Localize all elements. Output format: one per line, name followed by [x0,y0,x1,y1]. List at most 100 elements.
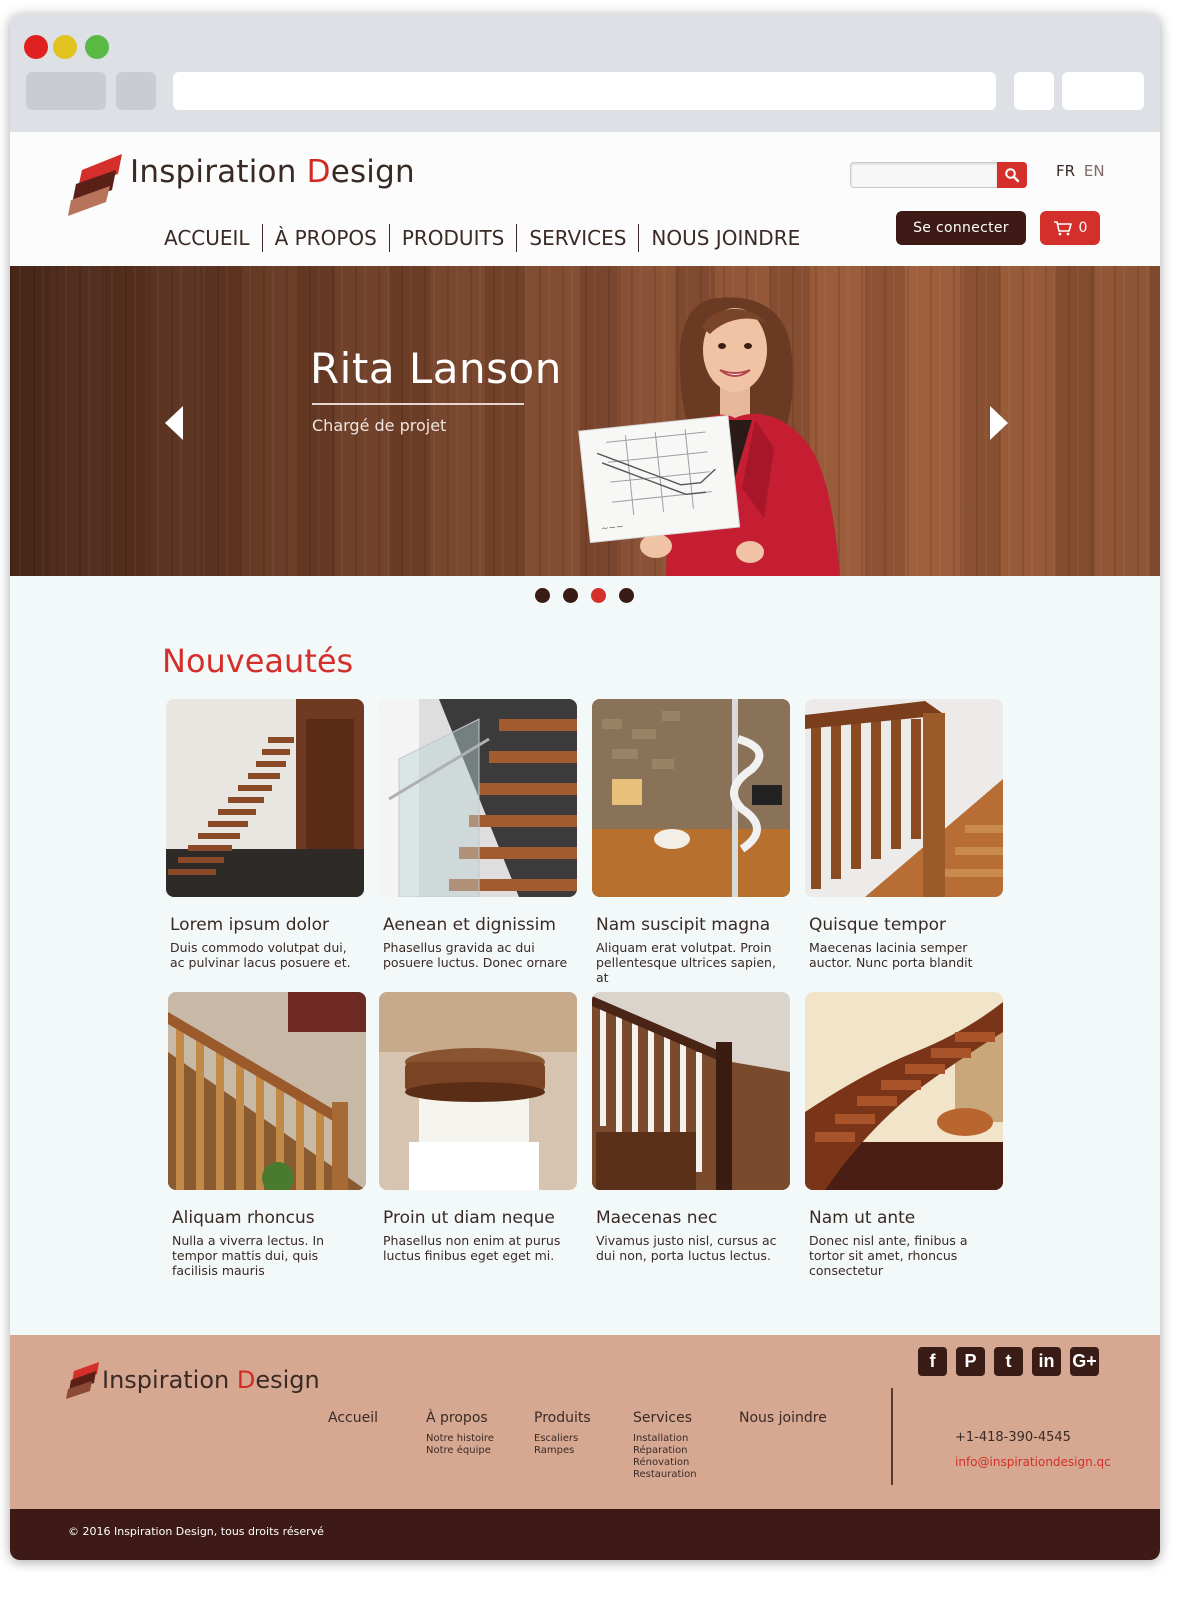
product-image[interactable] [805,699,1003,897]
product-card[interactable]: Maecenas nec Vivamus justo nisl, cursus … [592,992,792,1263]
copyright-text: © 2016 Inspiration Design, tous droits r… [68,1525,324,1538]
slide-dot-4[interactable] [619,588,634,603]
product-title[interactable]: Nam ut ante [805,1208,1005,1228]
social-links: f P t in G+ [918,1347,1099,1376]
minimize-window-dot[interactable] [53,35,77,59]
footer-link-services[interactable]: Services [633,1410,697,1426]
product-image[interactable] [805,992,1003,1190]
product-card[interactable]: Aliquam rhoncus Nulla a viverra lectus. … [168,992,368,1278]
product-image[interactable] [168,992,366,1190]
footer-link-installation[interactable]: Installation [633,1433,697,1445]
product-image[interactable] [379,699,577,897]
search-button[interactable] [997,162,1027,188]
lang-fr-link[interactable]: FR [1056,162,1075,180]
slider-dots [535,588,634,603]
tumblr-icon[interactable]: t [994,1347,1023,1376]
cart-icon [1053,221,1072,236]
hero-role: Chargé de projet [312,416,447,435]
footer-link-notre-equipe[interactable]: Notre équipe [426,1445,494,1457]
cart-button[interactable]: 0 [1040,211,1100,245]
main-nav: ACCUEIL À PROPOS PRODUITS SERVICES NOUS … [152,224,812,252]
nav-nous-joindre[interactable]: NOUS JOINDRE [639,226,812,250]
footer-link-nous-joindre[interactable]: Nous joindre [739,1410,827,1426]
product-title[interactable]: Lorem ipsum dolor [166,915,366,935]
product-desc: Donec nisl ante, finibus a tortor sit am… [809,1233,968,1278]
nav-accueil[interactable]: ACCUEIL [152,226,262,250]
product-card[interactable]: Nam suscipit magna Aliquam erat volutpat… [592,699,792,985]
footer-logo-accent-letter: D [236,1366,256,1394]
product-image[interactable] [166,699,364,897]
prev-slide-arrow-icon[interactable] [165,406,185,440]
next-slide-arrow-icon[interactable] [988,406,1008,440]
footer-link-rampes[interactable]: Rampes [534,1445,591,1457]
logo-text[interactable]: Inspiration Design [130,154,415,190]
logo-word: Inspiration [130,154,307,190]
forward-button[interactable] [116,72,156,110]
browser-window: Inspiration Design FR EN ACCUEIL À PROPO… [10,14,1160,1560]
footer-link-a-propos[interactable]: À propos [426,1410,494,1426]
product-card[interactable]: Quisque tempor Maecenas lacinia semper a… [805,699,1005,970]
logo-accent-letter: D [306,154,331,190]
footer-col-produits: Produits Escaliers Rampes [534,1410,591,1457]
product-title[interactable]: Aenean et dignissim [379,915,579,935]
footer-link-restauration[interactable]: Restauration [633,1469,697,1481]
cart-count: 0 [1078,220,1088,236]
close-window-dot[interactable] [24,35,48,59]
product-title[interactable]: Quisque tempor [805,915,1005,935]
slide-dot-2[interactable] [563,588,578,603]
search-icon [1005,168,1020,183]
footer-logo-word: Inspiration [102,1366,237,1394]
footer-link-accueil[interactable]: Accueil [328,1410,378,1426]
footer-link-escaliers[interactable]: Escaliers [534,1433,591,1445]
facebook-icon[interactable]: f [918,1347,947,1376]
footer-logo-text[interactable]: Inspiration Design [102,1366,320,1394]
product-desc: Maecenas lacinia semper auctor. Nunc por… [809,940,973,970]
toolbar-button[interactable] [1014,72,1054,110]
footer-logo-icon[interactable] [66,1361,100,1399]
footer-link-notre-histoire[interactable]: Notre histoire [426,1433,494,1445]
footer-col-a-propos: À propos Notre histoire Notre équipe [426,1410,494,1457]
footer-link-produits[interactable]: Produits [534,1410,591,1426]
hero-divider [312,403,524,405]
google-plus-icon[interactable]: G+ [1070,1347,1099,1376]
footer-link-reparation[interactable]: Réparation [633,1445,697,1457]
footer-col-accueil: Accueil [328,1410,378,1426]
footer-col-nous-joindre: Nous joindre [739,1410,827,1426]
product-title[interactable]: Aliquam rhoncus [168,1208,368,1228]
hero-person-image: ~~~ [578,297,840,576]
product-desc: Phasellus non enim at purus luctus finib… [383,1233,561,1263]
nav-a-propos[interactable]: À PROPOS [263,226,389,250]
slide-dot-1[interactable] [535,588,550,603]
logo-icon[interactable] [68,152,124,218]
product-card[interactable]: Aenean et dignissim Phasellus gravida ac… [379,699,579,970]
back-button[interactable] [26,72,106,110]
product-title[interactable]: Proin ut diam neque [379,1208,579,1228]
product-card[interactable]: Lorem ipsum dolor Duis commodo volutpat … [166,699,366,970]
footer-logo-word-end: esign [255,1366,320,1394]
product-image[interactable] [592,992,790,1190]
product-title[interactable]: Maecenas nec [592,1208,792,1228]
footer-link-renovation[interactable]: Rénovation [633,1457,697,1469]
maximize-window-dot[interactable] [85,35,109,59]
toolbar-field[interactable] [1062,72,1144,110]
footer-email[interactable]: info@inspirationdesign.qc [955,1455,1111,1469]
copyright-bar: © 2016 Inspiration Design, tous droits r… [10,1509,1160,1560]
slide-dot-3[interactable] [591,588,606,603]
product-title[interactable]: Nam suscipit magna [592,915,792,935]
footer-phone[interactable]: +1-418-390-4545 [955,1430,1071,1445]
hero-slider: Rita Lanson Chargé de projet ~~~ [10,266,1160,576]
product-image[interactable] [379,992,577,1190]
nav-produits[interactable]: PRODUITS [390,226,517,250]
product-card[interactable]: Proin ut diam neque Phasellus non enim a… [379,992,579,1263]
search-input[interactable] [850,162,998,188]
product-image[interactable] [592,699,790,897]
lang-en-link[interactable]: EN [1084,162,1105,180]
product-desc: Vivamus justo nisl, cursus ac dui non, p… [596,1233,777,1263]
nav-services[interactable]: SERVICES [517,226,638,250]
product-card[interactable]: Nam ut ante Donec nisl ante, finibus a t… [805,992,1005,1278]
linkedin-icon[interactable]: in [1032,1347,1061,1376]
address-bar[interactable] [173,72,996,110]
login-button[interactable]: Se connecter [896,211,1026,245]
pinterest-icon[interactable]: P [956,1347,985,1376]
section-title: Nouveautés [162,642,354,680]
